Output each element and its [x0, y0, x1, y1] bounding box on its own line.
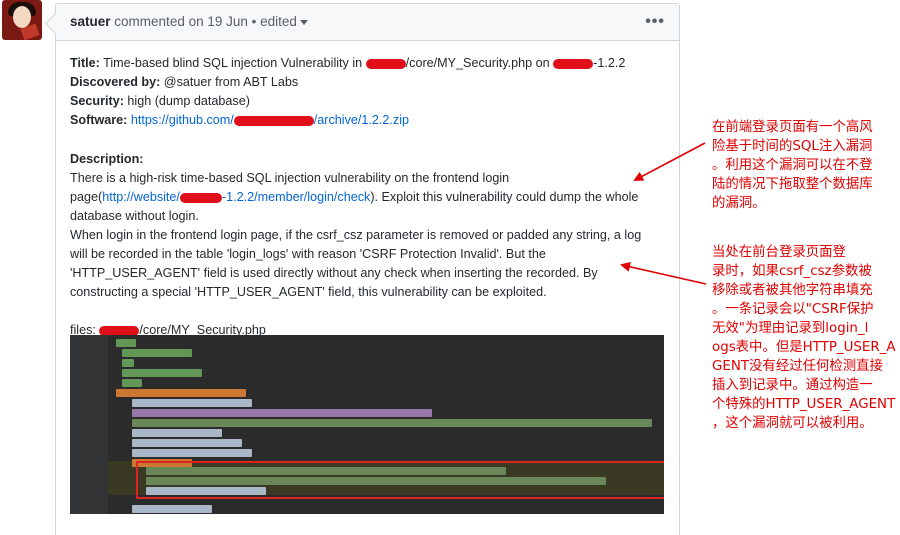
- arrow-2: [620, 261, 707, 285]
- arrow-1: [633, 142, 706, 181]
- arrows: [620, 142, 707, 285]
